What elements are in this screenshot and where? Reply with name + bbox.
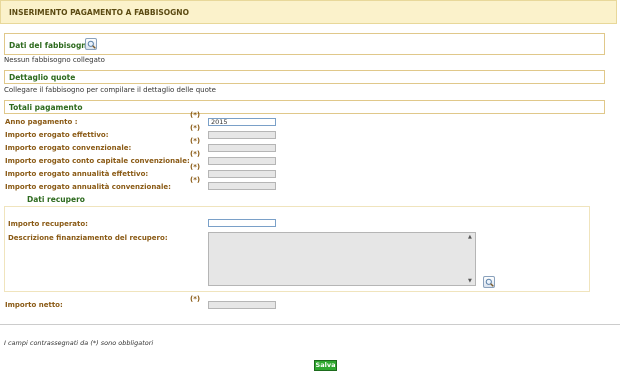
importo-annualita-effettivo-input[interactable] [208, 170, 276, 178]
descrizione-recupero-textarea[interactable] [208, 232, 476, 286]
scroll-down-arrow-icon[interactable]: ▼ [468, 278, 472, 284]
importo-annualita-convenzionale-label: Importo erogato annualità convenzionale: [5, 183, 171, 191]
importo-netto-input[interactable] [208, 301, 276, 309]
required-marker: (*) [190, 124, 201, 132]
importo-erogato-convenzionale-label: Importo erogato convenzionale: [5, 144, 132, 152]
importo-conto-capitale-label: Importo erogato conto capitale convenzio… [5, 157, 190, 165]
dati-fabbisogno-title: Dati del fabbisogno [9, 41, 92, 50]
scroll-up-arrow-icon[interactable]: ▲ [468, 234, 472, 240]
importo-erogato-effettivo-input[interactable] [208, 131, 276, 139]
importo-recuperato-label: Importo recuperato: [8, 220, 88, 228]
divider [0, 324, 620, 325]
dati-fabbisogno-note: Nessun fabbisogno collegato [4, 56, 105, 64]
dati-recupero-title: Dati recupero [27, 195, 85, 204]
save-button[interactable]: Salva [314, 360, 337, 371]
required-marker: (*) [190, 111, 201, 119]
importo-netto-label: Importo netto: [5, 301, 63, 309]
dettaglio-quote-note: Collegare il fabbisogno per compilare il… [4, 86, 216, 94]
page-title: INSERIMENTO PAGAMENTO A FABBISOGNO [9, 8, 189, 17]
required-marker: (*) [190, 150, 201, 158]
required-marker: (*) [190, 295, 201, 303]
magnifier-icon [87, 40, 96, 49]
importo-erogato-effettivo-label: Importo erogato effettivo: [5, 131, 109, 139]
dati-fabbisogno-section: Dati del fabbisogno [4, 33, 605, 55]
anno-pagamento-input[interactable]: 2015 [208, 118, 276, 126]
search-fabbisogno-button[interactable] [85, 38, 97, 50]
required-marker: (*) [190, 137, 201, 145]
required-marker: (*) [190, 176, 201, 184]
importo-annualita-effettivo-label: Importo erogato annualità effettivo: [5, 170, 149, 178]
totali-pagamento-title: Totali pagamento [9, 103, 83, 112]
importo-conto-capitale-input[interactable] [208, 157, 276, 165]
dettaglio-quote-section: Dettaglio quote [4, 70, 605, 84]
descrizione-recupero-label: Descrizione finanziamento del recupero: [8, 234, 168, 242]
totali-pagamento-section: Totali pagamento [4, 100, 605, 114]
page-header: INSERIMENTO PAGAMENTO A FABBISOGNO [0, 0, 617, 24]
importo-annualita-convenzionale-input[interactable] [208, 182, 276, 190]
required-marker: (*) [190, 163, 201, 171]
importo-recuperato-input[interactable] [208, 219, 276, 227]
dettaglio-quote-title: Dettaglio quote [9, 73, 76, 82]
anno-pagamento-label: Anno pagamento : [5, 118, 78, 126]
magnifier-icon [485, 278, 494, 287]
importo-erogato-convenzionale-input[interactable] [208, 144, 276, 152]
required-fields-note: I campi contrassegnati da (*) sono obbli… [4, 339, 154, 347]
search-recupero-button[interactable] [483, 276, 495, 288]
